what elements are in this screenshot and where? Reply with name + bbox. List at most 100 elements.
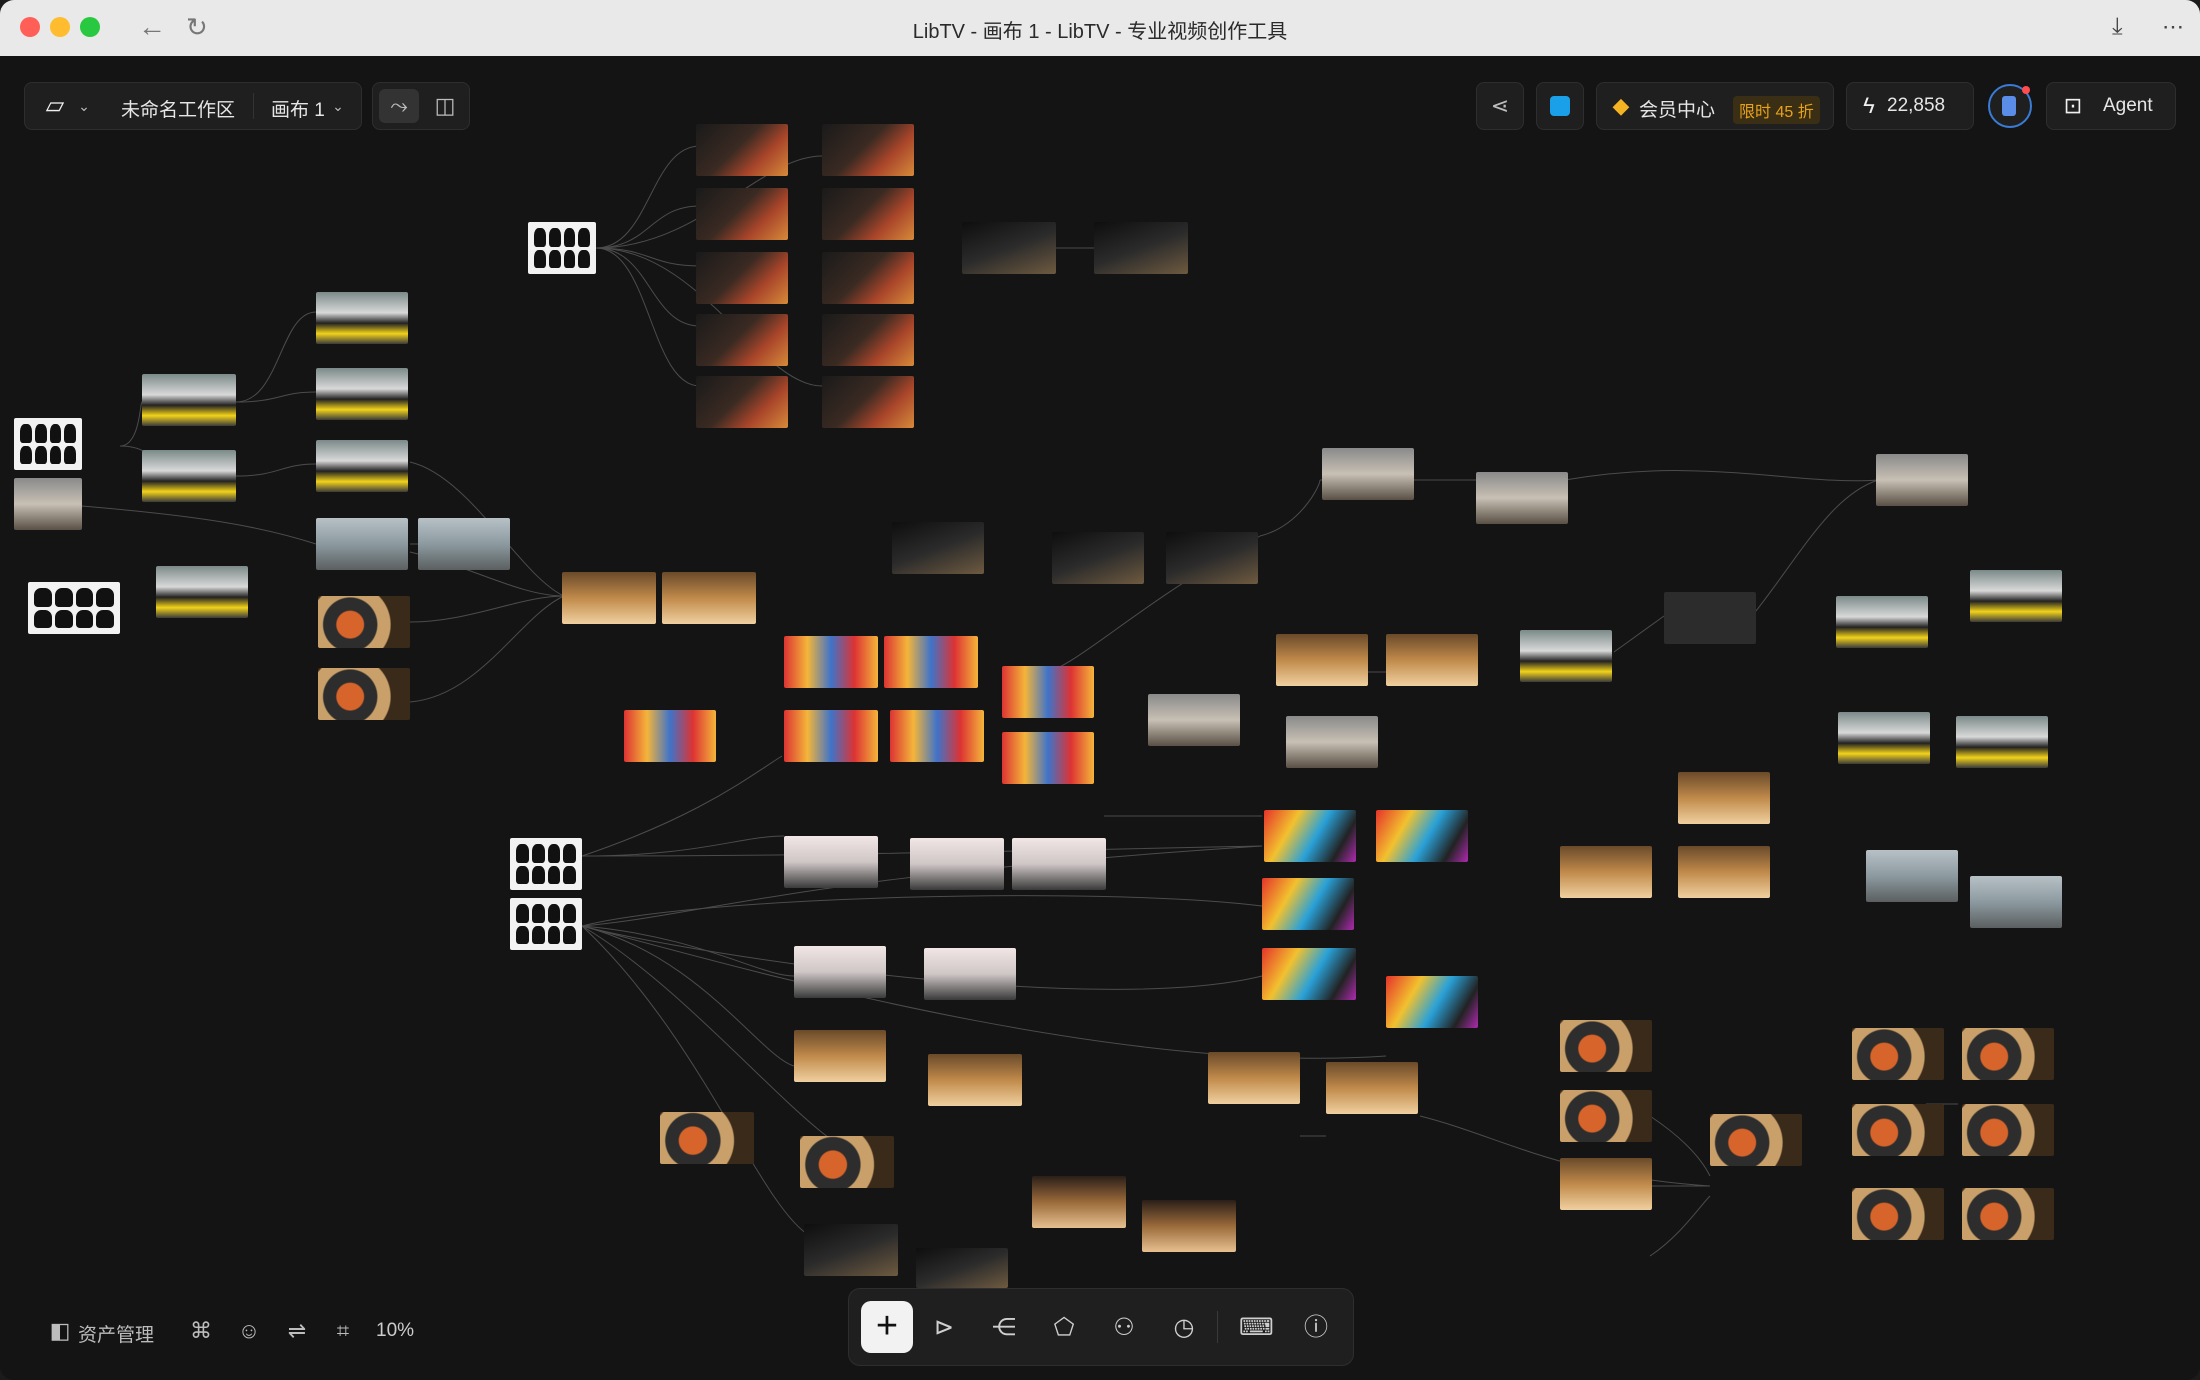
image-node[interactable] [784,836,878,888]
image-node[interactable] [1326,1062,1418,1114]
grid-icon[interactable]: ⌘ [188,1318,214,1344]
image-node[interactable] [696,124,788,176]
shapes-icon[interactable]: ⬠ [1047,1311,1081,1345]
image-node[interactable] [1876,454,1968,506]
image-node[interactable] [1852,1188,1944,1240]
chevron-down-icon[interactable]: ⌄ [77,93,91,119]
image-node[interactable] [800,1136,894,1188]
image-node[interactable] [1386,634,1478,686]
image-node[interactable] [562,572,656,624]
image-node[interactable] [1962,1188,2054,1240]
image-node[interactable] [910,838,1004,890]
add-node-button[interactable]: + [861,1301,913,1353]
image-node[interactable] [1166,532,1258,584]
agent-button[interactable]: ⊡ Agent [2046,82,2176,130]
more-icon[interactable]: ⋯ [2162,12,2184,42]
layout-icon[interactable]: ◫ [431,93,459,119]
image-node[interactable] [1560,1158,1652,1210]
image-node[interactable] [1710,1114,1802,1166]
image-node[interactable] [822,376,914,428]
image-node[interactable] [1520,630,1612,682]
image-node[interactable] [1852,1104,1944,1156]
share-button[interactable]: ⋖ [1476,82,1524,130]
image-node[interactable] [1836,596,1928,648]
image-node[interactable] [924,948,1016,1000]
cursor-icon[interactable]: ⊳ [927,1311,961,1345]
image-node[interactable] [660,1112,754,1164]
image-node[interactable] [794,946,886,998]
asset-management-label[interactable]: 资产管理 [78,1320,154,1347]
image-node[interactable] [1970,876,2062,928]
cat-sheet-node[interactable] [510,838,582,890]
image-node[interactable] [624,710,716,762]
image-node[interactable] [1012,838,1106,890]
image-node[interactable] [1678,846,1770,898]
image-node[interactable] [1264,810,1356,862]
cat-silhouette-node[interactable] [510,898,582,950]
image-node[interactable] [1476,472,1568,524]
image-node[interactable] [1386,976,1478,1028]
image-node[interactable] [1560,1090,1652,1142]
image-node[interactable] [1678,772,1770,824]
image-node[interactable] [318,596,410,648]
image-node[interactable] [1208,1052,1300,1104]
zoom-level[interactable]: 10% [376,1320,414,1342]
avatar[interactable] [1988,84,2032,128]
canvas-name[interactable]: 画布 1 [271,95,325,122]
image-node[interactable] [1262,878,1354,930]
image-node[interactable] [1866,850,1958,902]
image-node[interactable] [928,1054,1022,1106]
image-node[interactable] [1956,716,2048,768]
image-node[interactable] [1962,1028,2054,1080]
image-node[interactable] [784,636,878,688]
image-node[interactable] [316,440,408,492]
image-node[interactable] [784,710,878,762]
image-node[interactable] [14,478,82,530]
flow-icon[interactable]: ⇌ [284,1318,310,1344]
image-node[interactable] [1002,732,1094,784]
image-node[interactable] [418,518,510,570]
image-node[interactable] [822,314,914,366]
libtv-logo-icon[interactable]: ▱ [37,93,73,119]
image-node[interactable] [1032,1176,1126,1228]
image-node[interactable] [1148,694,1240,746]
history-icon[interactable]: ◷ [1167,1311,1201,1345]
image-node[interactable] [884,636,978,688]
cat-silhouette-node[interactable] [528,222,596,274]
cat-silhouette-node[interactable] [14,418,82,470]
image-node[interactable] [662,572,756,624]
image-node[interactable] [1322,448,1414,500]
credits-button[interactable]: ϟ 22,858 [1846,82,1974,130]
image-node[interactable] [962,222,1056,274]
image-node[interactable] [696,314,788,366]
image-node[interactable] [1838,712,1930,764]
image-node[interactable] [1970,570,2062,622]
route-view-button[interactable]: ⤳ [379,89,419,123]
chevron-down-icon[interactable]: ⌄ [331,93,345,119]
image-node[interactable] [1094,222,1188,274]
image-node[interactable] [1052,532,1144,584]
image-node[interactable] [1002,666,1094,718]
image-node[interactable] [1852,1028,1944,1080]
image-node[interactable] [142,374,236,426]
empty-node[interactable] [1664,592,1756,644]
image-node[interactable] [822,252,914,304]
image-node[interactable] [142,450,236,502]
workspace-name[interactable]: 未命名工作区 [121,95,235,122]
tag-icon[interactable]: ⌗ [330,1318,356,1344]
keyboard-icon[interactable]: ⌨ [1239,1311,1274,1345]
image-node[interactable] [1276,634,1368,686]
image-node[interactable] [1376,810,1468,862]
image-node[interactable] [1262,948,1356,1000]
sidebar-icon[interactable]: ◧ [48,1318,72,1344]
image-node[interactable] [794,1030,886,1082]
image-node[interactable] [1560,1020,1652,1072]
scooter-sheet-node[interactable] [28,582,120,634]
image-node[interactable] [892,522,984,574]
image-node[interactable] [318,668,410,720]
image-node[interactable] [1560,846,1652,898]
image-node[interactable] [1962,1104,2054,1156]
image-node[interactable] [822,188,914,240]
image-node[interactable] [1142,1200,1236,1252]
image-node[interactable] [822,124,914,176]
